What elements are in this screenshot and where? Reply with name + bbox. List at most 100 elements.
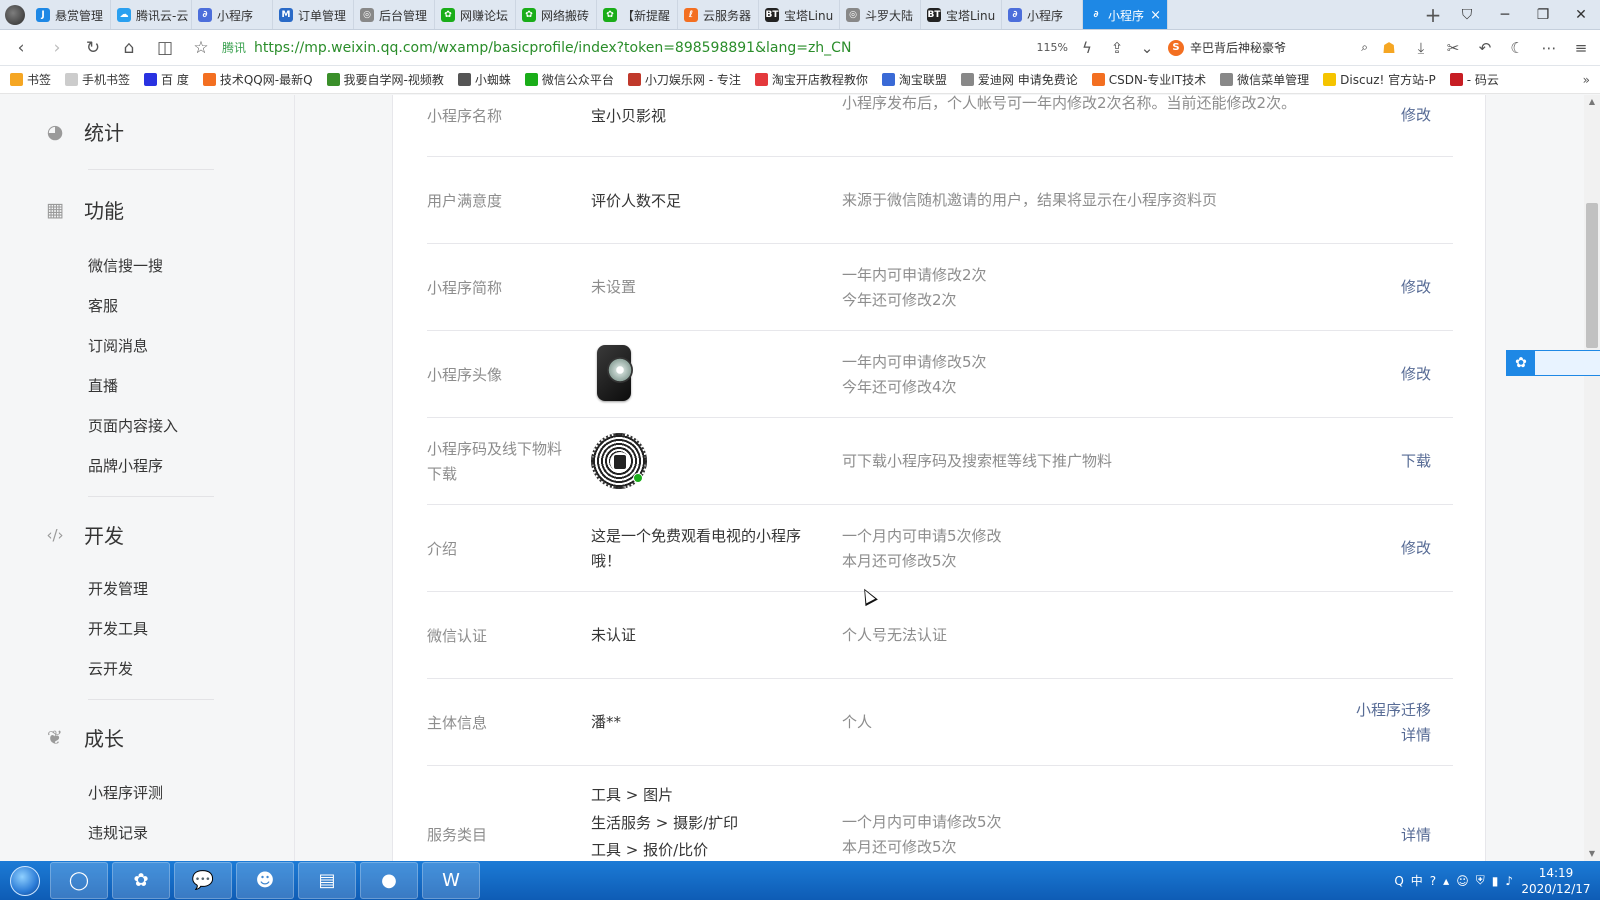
edit-intro-link[interactable]: 修改 — [1401, 536, 1431, 561]
browser-tab[interactable]: ℓ 云服务器 — [678, 0, 759, 29]
bookmark-item[interactable]: 淘宝联盟 — [881, 71, 947, 88]
url-field[interactable]: ☆ 腾讯 https://mp.weixin.qq.com/wxamp/basi… — [188, 34, 1158, 62]
share-icon[interactable]: ⇪ — [1106, 39, 1128, 57]
search-suggestion[interactable]: 辛巴背后神秘豪爷 — [1190, 39, 1286, 56]
clock[interactable]: 14:19 2020/12/17 — [1520, 865, 1592, 897]
browser-tab[interactable]: M 订单管理 — [273, 0, 354, 29]
bookmark-item[interactable]: 小刀娱乐网 - 专注 — [627, 71, 741, 88]
scroll-thumb[interactable] — [1586, 203, 1598, 348]
bookmark-item[interactable]: 淘宝开店教程教你 — [754, 71, 868, 88]
gift-icon[interactable]: ⛉ — [1448, 7, 1486, 23]
sidebar-item-subscribe-message[interactable]: 订阅消息 — [88, 335, 148, 356]
page-scrollbar[interactable]: ▲ ▼ — [1584, 95, 1600, 861]
recorder-app[interactable]: ● — [360, 862, 418, 899]
tray-expand-icon[interactable]: ▴ — [1443, 874, 1449, 888]
browser-tab[interactable]: ✿ 网络搬砖 — [516, 0, 597, 29]
bookmark-item[interactable]: 爱迪网 申请免费论 — [960, 71, 1078, 88]
search-icon[interactable]: ⌕ — [1361, 40, 1368, 55]
qq-icon[interactable]: ☺ — [1456, 874, 1469, 888]
wechat-app[interactable]: 💬 — [174, 862, 232, 899]
baidu-netdisk-app[interactable]: ✿ — [112, 862, 170, 899]
browser-tab[interactable]: ∂ 小程序 × — [1083, 0, 1168, 29]
browser-tab[interactable]: ◎ 斗罗大陆 — [840, 0, 921, 29]
back-button[interactable]: ‹ — [8, 35, 34, 61]
sidebar-group-statistics[interactable]: ◕ 统计 — [44, 117, 124, 146]
night-mode-icon[interactable]: ☾ — [1506, 39, 1528, 57]
help-icon[interactable]: ? — [1430, 874, 1436, 888]
scroll-down-arrow-icon[interactable]: ▼ — [1584, 847, 1600, 861]
game-app[interactable]: ☻ — [236, 862, 294, 899]
close-tab-icon[interactable]: × — [1150, 8, 1161, 23]
browser-tab[interactable]: J 悬赏管理 — [30, 0, 111, 29]
lightning-icon[interactable]: ϟ — [1076, 39, 1098, 57]
edit-avatar-link[interactable]: 修改 — [1401, 362, 1431, 387]
bookmark-item[interactable]: 百 度 — [144, 71, 189, 88]
browser-tab[interactable]: ✿ 【新提醒 — [597, 0, 678, 29]
close-window-button[interactable]: ✕ — [1562, 7, 1600, 23]
sidebar-item-cloud-dev[interactable]: 云开发 — [88, 658, 133, 679]
bookmarks-more-button[interactable]: » — [1583, 73, 1590, 87]
sidebar-item-customer-service[interactable]: 客服 — [88, 295, 118, 316]
undo-icon[interactable]: ↶ — [1474, 39, 1496, 57]
browser-tab[interactable]: ◎ 后台管理 — [354, 0, 435, 29]
bookmark-item[interactable]: 技术QQ网-最新Q — [202, 71, 313, 88]
volume-icon[interactable]: ♪ — [1505, 874, 1513, 888]
browser-tab[interactable]: ∂ 小程序 — [1002, 0, 1083, 29]
star-icon[interactable]: ☆ — [188, 35, 214, 61]
migrate-miniapp-link[interactable]: 小程序迁移 — [1356, 698, 1431, 723]
reload-button[interactable]: ↻ — [80, 35, 106, 61]
sidebar-item-violations[interactable]: 违规记录 — [88, 822, 148, 843]
download-link[interactable]: 下载 — [1401, 449, 1431, 474]
scroll-up-arrow-icon[interactable]: ▲ — [1584, 95, 1600, 109]
download-icon[interactable]: ⤓ — [1410, 39, 1432, 57]
qq-input-icon[interactable]: Q — [1394, 874, 1403, 888]
home-button[interactable]: ⌂ — [116, 35, 142, 61]
browser-app[interactable]: ◯ — [50, 862, 108, 899]
security-icon[interactable]: ⛨ — [1476, 873, 1485, 888]
sidebar-item-dev-management[interactable]: 开发管理 — [88, 578, 148, 599]
browser-tab[interactable]: BT 宝塔Linu — [759, 0, 840, 29]
category-details-link[interactable]: 详情 — [1401, 823, 1431, 848]
sidebar-item-brand-miniapp[interactable]: 品牌小程序 — [88, 455, 163, 476]
browser-tab[interactable]: BT 宝塔Linu — [921, 0, 1002, 29]
browser-tab[interactable]: ∂ 小程序 — [192, 0, 273, 29]
url-text[interactable]: https://mp.weixin.qq.com/wxamp/basicprof… — [254, 40, 851, 56]
sidebar-item-dev-tools[interactable]: 开发工具 — [88, 618, 148, 639]
browser-tab[interactable]: ☁ 腾讯云-云 — [111, 0, 192, 29]
forward-button[interactable]: › — [44, 35, 70, 61]
edit-name-link[interactable]: 修改 — [1401, 103, 1431, 128]
zoom-level[interactable]: 115% — [1037, 41, 1068, 54]
wps-app[interactable]: W — [422, 862, 480, 899]
new-tab-button[interactable]: + — [1418, 0, 1448, 29]
bookmark-item[interactable]: 手机书签 — [65, 71, 130, 88]
sidebar-item-page-content[interactable]: 页面内容接入 — [88, 415, 178, 436]
file-explorer-app[interactable]: ▤ — [298, 862, 356, 899]
bookmark-item[interactable]: CSDN-专业IT技术 — [1091, 71, 1206, 88]
edit-short-name-link[interactable]: 修改 — [1401, 275, 1431, 300]
sidebar-item-evaluation[interactable]: 小程序评测 — [88, 782, 163, 803]
search-box[interactable]: S 辛巴背后神秘豪爷 ⌕ — [1168, 39, 1368, 56]
start-button[interactable] — [0, 861, 50, 900]
bookmark-item[interactable]: 我要自学网-视频教 — [326, 71, 444, 88]
netdisk-float-widget[interactable]: ✿ — [1506, 350, 1600, 376]
bookmark-item[interactable]: 小蜘蛛 — [457, 71, 511, 88]
network-icon[interactable]: ▮ — [1492, 874, 1499, 888]
reader-mode-button[interactable]: ◫ — [152, 35, 178, 61]
bookmark-item[interactable]: Discuz! 官方站-P — [1323, 71, 1436, 88]
bookmark-item[interactable]: - 码云 — [1449, 71, 1499, 88]
browser-tab[interactable]: ✿ 网赚论坛 — [435, 0, 516, 29]
more-menu-icon[interactable]: ⋯ — [1538, 39, 1560, 57]
sidebar-item-live[interactable]: 直播 — [88, 375, 118, 396]
user-avatar[interactable] — [0, 0, 30, 30]
bookmark-item[interactable]: 微信菜单管理 — [1220, 71, 1309, 88]
restore-button[interactable]: ❐ — [1524, 7, 1562, 23]
ime-indicator[interactable]: 中 — [1411, 872, 1423, 889]
game-icon[interactable]: ☗ — [1378, 39, 1400, 57]
chevron-down-icon[interactable]: ⌄ — [1136, 39, 1158, 57]
sidebar-item-wechat-search[interactable]: 微信搜一搜 — [88, 255, 163, 276]
minimize-button[interactable]: ─ — [1486, 7, 1524, 23]
scissors-icon[interactable]: ✂ — [1442, 39, 1464, 57]
hamburger-menu-icon[interactable]: ≡ — [1570, 39, 1592, 57]
bookmark-item[interactable]: 微信公众平台 — [524, 71, 614, 88]
entity-details-link[interactable]: 详情 — [1401, 723, 1431, 748]
